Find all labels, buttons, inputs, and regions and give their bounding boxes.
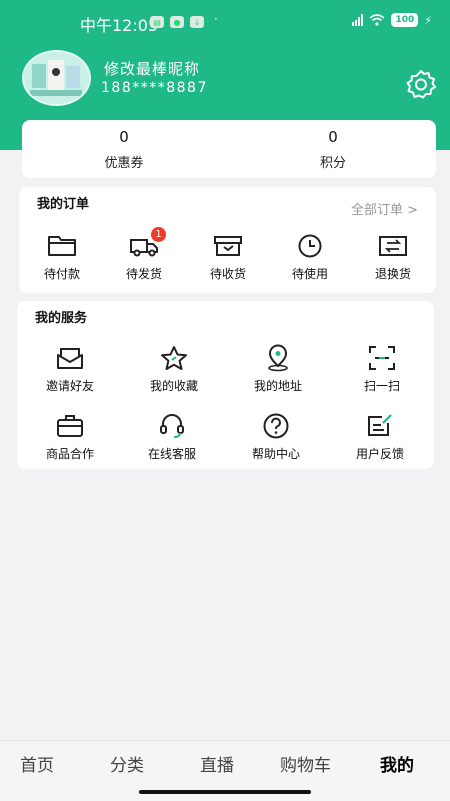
dot-icon: ·: [214, 12, 218, 26]
shipment-badge: 1: [151, 227, 166, 242]
orders-title: 我的订单: [37, 197, 90, 212]
location-icon: [261, 343, 295, 373]
status-bar: 中午12:05 ▤ ● ↓ · 100 ⚡: [0, 0, 450, 40]
wallet-icon: [45, 231, 79, 261]
service-label: 商品合作: [45, 447, 94, 461]
help-icon: [259, 411, 293, 441]
tab-cart[interactable]: 购物车: [280, 751, 331, 776]
headset-icon: [155, 411, 189, 441]
stats-card: 0 优惠券 0 积分: [22, 120, 436, 178]
service-customer-support[interactable]: 在线客服: [137, 411, 207, 462]
briefcase-icon: [53, 411, 87, 441]
orders-card: 我的订单 全部订单 > 待付款 1 待发货 待收货 待使用 退换货: [19, 187, 436, 293]
order-pending-receipt[interactable]: 待收货: [193, 231, 263, 282]
battery-icon: 100: [391, 13, 419, 27]
order-label: 待收货: [209, 267, 246, 281]
order-pending-payment[interactable]: 待付款: [27, 231, 97, 282]
coupon-count: 0: [119, 128, 129, 146]
wifi-icon: [369, 14, 385, 26]
service-invite-friends[interactable]: 邀请好友: [35, 343, 105, 394]
service-address[interactable]: 我的地址: [243, 343, 313, 394]
box-icon: [211, 231, 245, 261]
tab-category[interactable]: 分类: [110, 751, 144, 776]
phone-number: 188****8887: [101, 80, 208, 96]
service-scan[interactable]: 扫一扫: [347, 343, 417, 394]
services-title: 我的服务: [35, 311, 88, 326]
service-label: 扫一扫: [363, 379, 400, 393]
notification-icon: ▤: [150, 16, 164, 28]
service-favorites[interactable]: 我的收藏: [139, 343, 209, 394]
points-label: 积分: [319, 156, 346, 171]
order-pending-use[interactable]: 待使用: [275, 231, 345, 282]
status-time: 中午12:05: [80, 16, 159, 35]
all-orders-link[interactable]: 全部订单 >: [351, 199, 418, 218]
service-cooperation[interactable]: 商品合作: [35, 411, 105, 462]
download-icon: ↓: [190, 16, 204, 28]
nickname[interactable]: 修改最棒昵称: [104, 58, 200, 79]
service-label: 邀请好友: [45, 379, 94, 393]
envelope-icon: [53, 343, 87, 373]
service-label: 帮助中心: [251, 447, 300, 461]
service-label: 我的地址: [253, 379, 302, 393]
points-count: 0: [328, 128, 338, 146]
points-stat[interactable]: 0 积分: [273, 128, 393, 171]
service-label: 在线客服: [147, 447, 196, 461]
coupon-stat[interactable]: 0 优惠券: [64, 128, 184, 171]
shield-icon: ●: [170, 16, 184, 28]
clock-icon: [293, 231, 327, 261]
charging-icon: ⚡: [424, 13, 432, 27]
tab-live[interactable]: 直播: [200, 751, 234, 776]
order-label: 待发货: [125, 267, 162, 281]
order-label: 待付款: [43, 267, 80, 281]
scan-icon: [365, 343, 399, 373]
exchange-icon: [376, 231, 410, 261]
service-label: 用户反馈: [355, 447, 404, 461]
service-help-center[interactable]: 帮助中心: [241, 411, 311, 462]
avatar[interactable]: [22, 50, 91, 106]
services-card: 我的服务 邀请好友 我的收藏 我的地址 扫一扫 商品合作 在线客服 帮助中心 用…: [17, 301, 434, 469]
order-label: 待使用: [291, 267, 328, 281]
feedback-icon: [363, 411, 397, 441]
signal-icon: [352, 14, 364, 26]
gear-icon[interactable]: [405, 68, 437, 100]
tab-home[interactable]: 首页: [20, 751, 54, 776]
tab-mine[interactable]: 我的: [380, 751, 414, 776]
service-feedback[interactable]: 用户反馈: [345, 411, 415, 462]
home-indicator: [139, 790, 311, 794]
service-label: 我的收藏: [149, 379, 198, 393]
order-pending-shipment[interactable]: 1 待发货: [109, 227, 179, 282]
order-returns[interactable]: 退换货: [358, 231, 428, 282]
coupon-label: 优惠券: [104, 156, 144, 171]
star-icon: [157, 343, 191, 373]
truck-icon: 1: [127, 227, 166, 261]
order-label: 退换货: [374, 267, 411, 281]
